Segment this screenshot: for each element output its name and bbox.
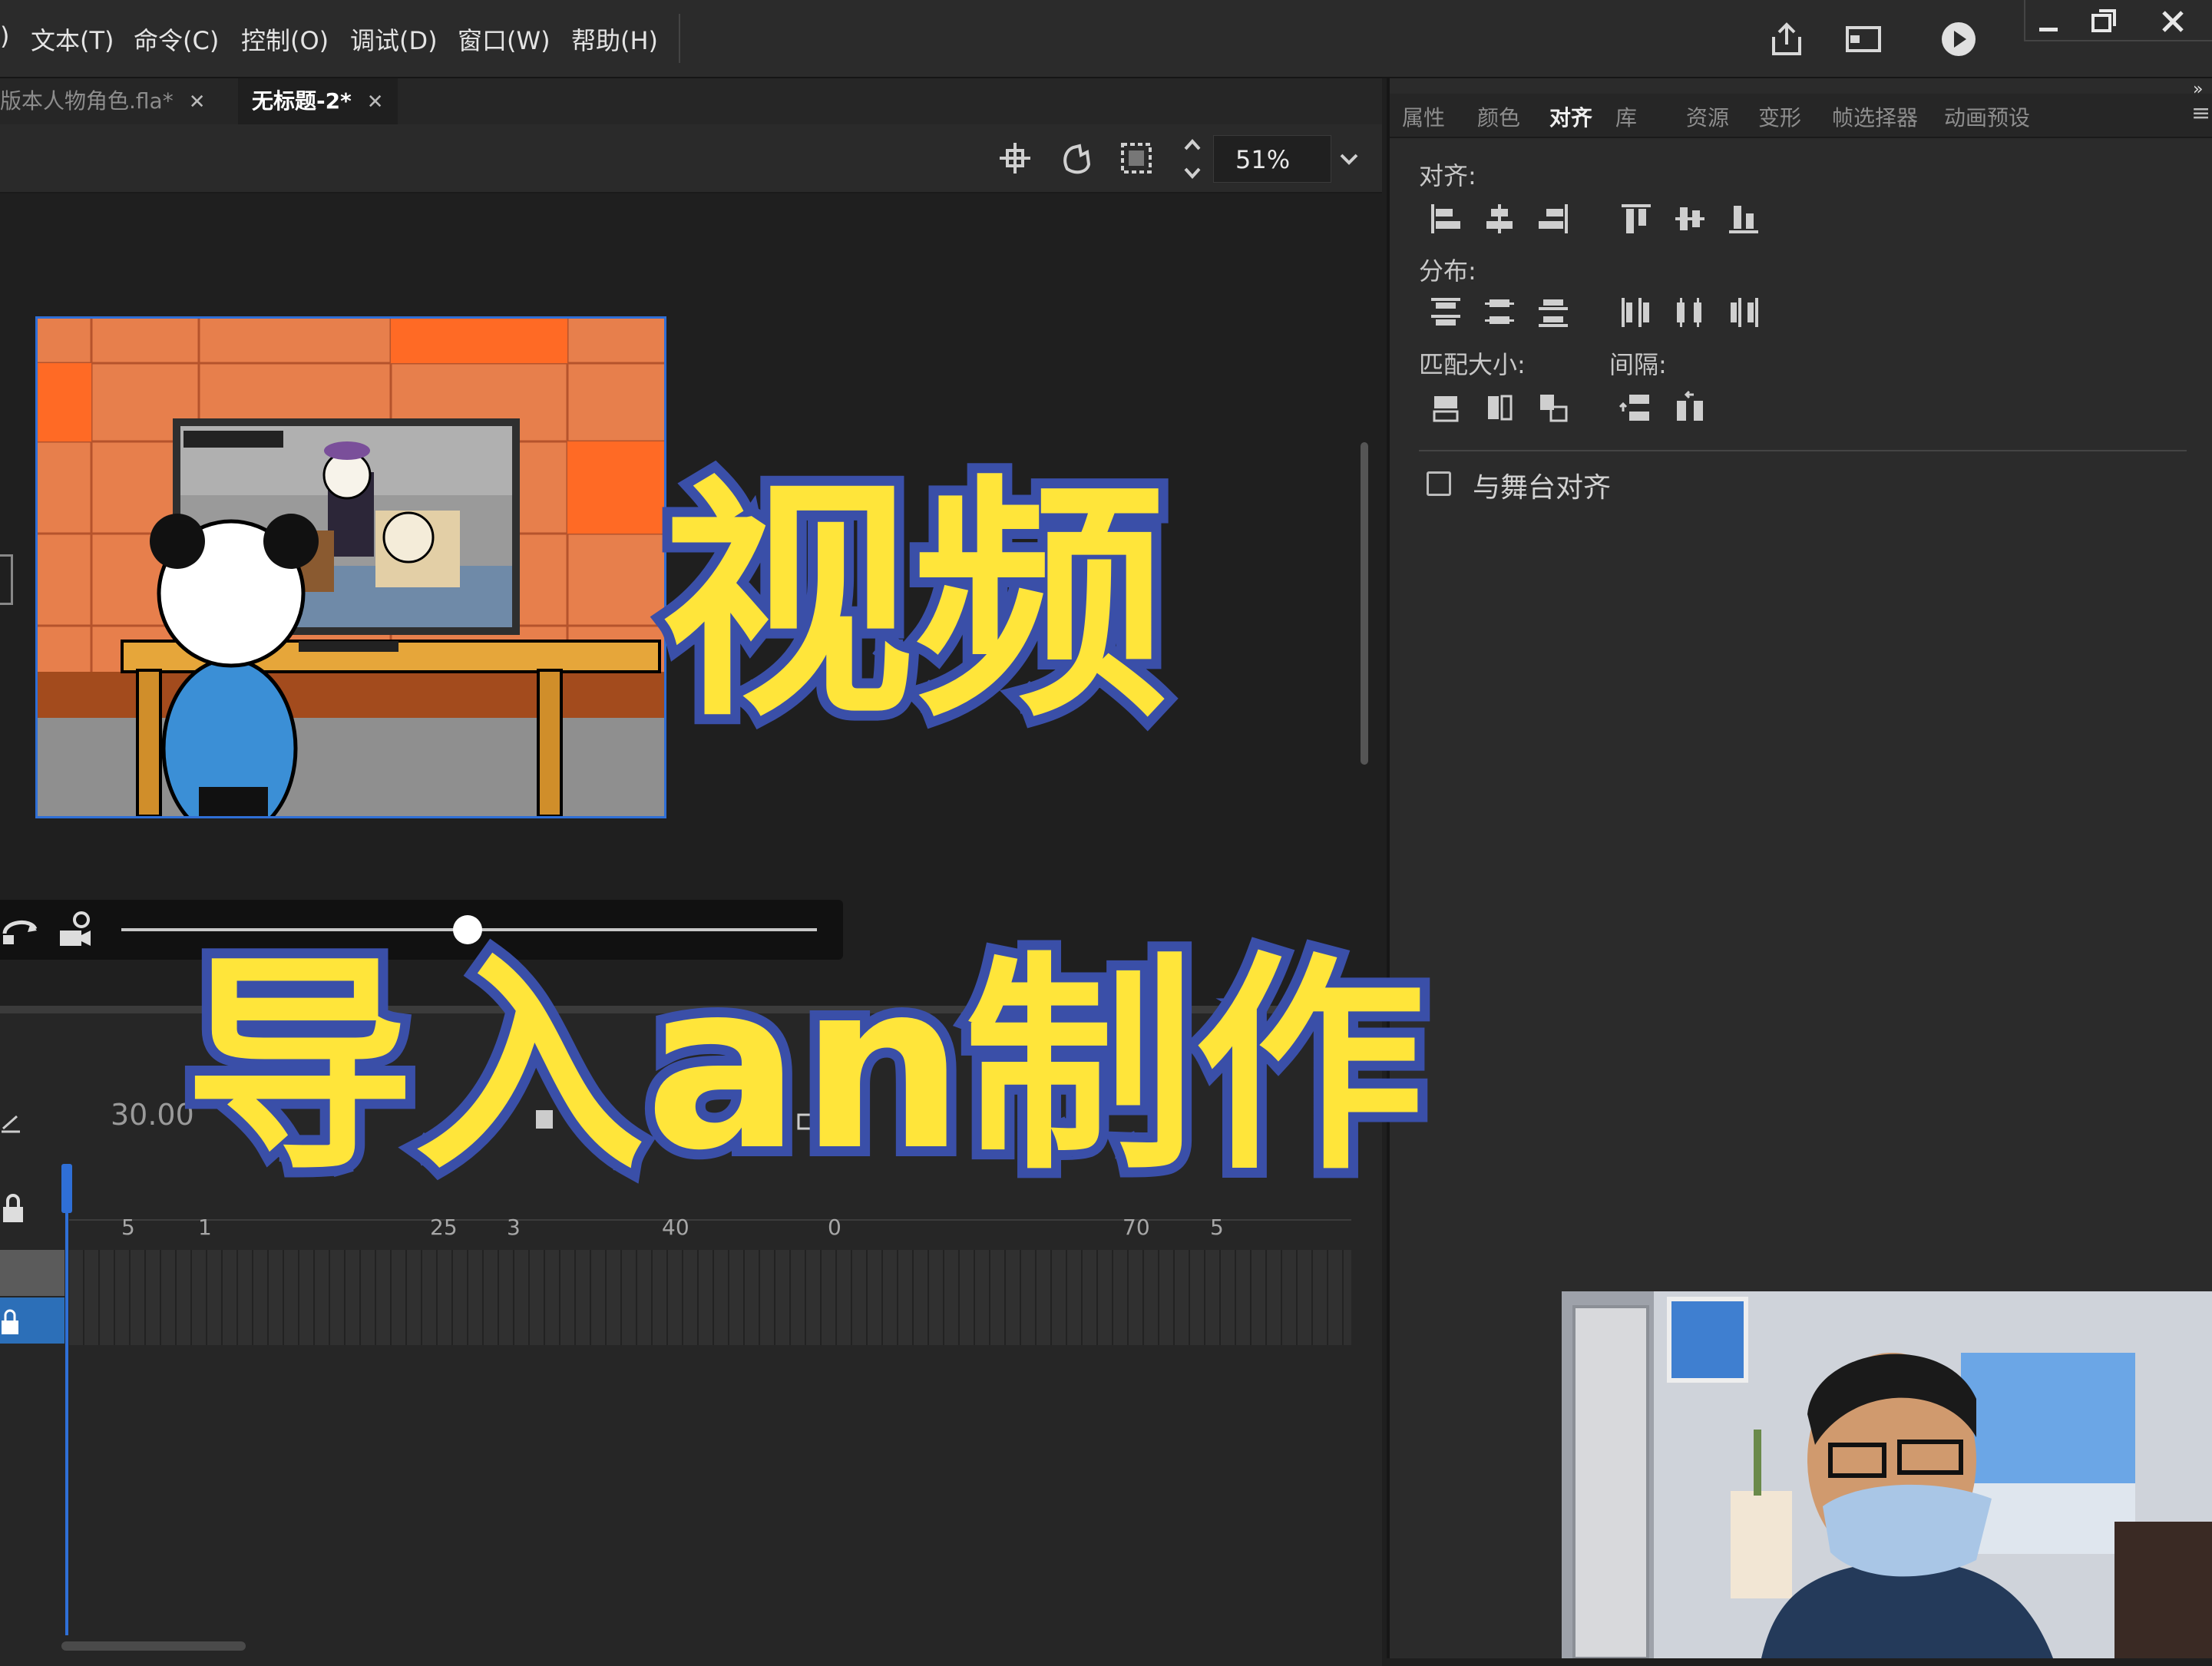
center-stage-icon[interactable] — [995, 138, 1035, 178]
distribute-bottom-icon[interactable] — [1536, 295, 1571, 330]
tab-document-2-label: 无标题-2* — [252, 88, 352, 114]
align-to-stage-checkbox[interactable] — [1427, 471, 1451, 496]
camera-icon[interactable] — [57, 909, 95, 950]
align-to-stage-label: 与舞台对齐 — [1473, 472, 1612, 504]
match-size-label: 匹配大小: — [1419, 350, 1526, 379]
tab-frame-picker[interactable]: 帧选择器 — [1832, 101, 1918, 132]
panel-divider — [1419, 450, 2187, 451]
spacing-label: 间隔: — [1609, 350, 1667, 379]
tick-label: 3 — [507, 1215, 521, 1240]
tab-align[interactable]: 对齐 — [1549, 101, 1592, 132]
close-tab-icon[interactable]: ✕ — [367, 91, 384, 114]
stage-toolbar: 51% — [0, 124, 1382, 193]
clip-content-icon[interactable] — [1116, 138, 1156, 178]
distribute-label: 分布: — [1419, 256, 1476, 286]
tab-library[interactable]: 库 — [1615, 101, 1637, 132]
match-height-icon[interactable] — [1482, 390, 1517, 425]
frame-rate[interactable]: 30.00 — [111, 1098, 194, 1132]
space-evenly-vertical-icon[interactable] — [1618, 390, 1654, 425]
frame-row[interactable] — [69, 1297, 1351, 1345]
tab-motion-presets[interactable]: 动画预设 — [1944, 101, 2030, 132]
panel-menu-icon[interactable]: ≡ — [2191, 100, 2210, 127]
align-vertical-center-icon[interactable] — [1672, 201, 1708, 236]
tick-label: 5 — [121, 1215, 135, 1240]
minimize-icon[interactable] — [2033, 8, 2064, 38]
align-top-icon[interactable] — [1618, 201, 1654, 236]
zoom-stepper-icon[interactable] — [1179, 132, 1205, 186]
tab-properties[interactable]: 属性 — [1402, 101, 1445, 132]
cartoon-scene-image — [38, 319, 664, 816]
webcam-overlay — [1562, 1291, 2212, 1658]
loop-icon[interactable] — [0, 911, 41, 949]
space-evenly-horizontal-icon[interactable] — [1672, 390, 1708, 425]
lock-icon[interactable] — [0, 1192, 26, 1225]
menu-edge: ) — [0, 21, 10, 51]
tab-document-2[interactable]: 无标题-2* ✕ — [238, 78, 398, 124]
align-bottom-icon[interactable] — [1726, 201, 1761, 236]
timeline-curve-icon[interactable] — [0, 1106, 23, 1136]
tab-transform[interactable]: 变形 — [1758, 101, 1801, 132]
tick-label: 1 — [198, 1215, 212, 1240]
layer-lock-icon[interactable] — [0, 1307, 23, 1337]
tick-label: 25 — [430, 1215, 458, 1240]
tab-assets[interactable]: 资源 — [1686, 101, 1729, 132]
menu-help[interactable]: 帮助(H) — [571, 21, 658, 57]
align-horizontal-center-icon[interactable] — [1482, 201, 1517, 236]
align-label: 对齐: — [1419, 161, 1476, 190]
ruler-line — [69, 1219, 1351, 1221]
distribute-vertical-center-icon[interactable] — [1482, 295, 1517, 330]
tab-document-1-label: 版本人物角色.fla* — [0, 88, 174, 114]
align-right-icon[interactable] — [1536, 201, 1571, 236]
rotate-tool-icon[interactable] — [1056, 138, 1096, 178]
test-movie-play-icon[interactable] — [1938, 18, 1979, 60]
close-icon[interactable] — [2156, 5, 2190, 38]
menu-bar: ) 文本(T) 命令(C) 控制(O) 调试(D) 窗口(W) 帮助(H) — [0, 0, 2212, 78]
match-width-icon[interactable] — [1428, 390, 1463, 425]
playhead-line — [65, 1205, 68, 1635]
tick-label: 5 — [1210, 1215, 1224, 1240]
workspace-layout-icon[interactable] — [1843, 18, 1884, 60]
tick-label: 0 — [828, 1215, 841, 1240]
timeline-horizontal-scrollbar[interactable] — [61, 1641, 246, 1651]
stage-canvas[interactable] — [35, 316, 666, 818]
presenter-video-image — [1562, 1291, 2212, 1658]
close-tab-icon[interactable]: ✕ — [189, 91, 206, 114]
distribute-right-icon[interactable] — [1726, 295, 1761, 330]
restore-icon[interactable] — [2087, 5, 2121, 38]
menu-text[interactable]: 文本(T) — [31, 21, 114, 57]
zoom-value: 51% — [1235, 145, 1291, 174]
menu-debug[interactable]: 调试(D) — [350, 21, 438, 57]
menu-commands[interactable]: 命令(C) — [134, 21, 219, 57]
distribute-left-icon[interactable] — [1618, 295, 1654, 330]
overlay-title-line2: 导入an制作 — [174, 933, 1435, 1201]
panel-tab-bar: 属性 颜色 对齐 库 资源 变形 帧选择器 动画预设 ≡ — [1390, 94, 2212, 138]
align-left-icon[interactable] — [1428, 201, 1463, 236]
share-icon[interactable] — [1766, 18, 1807, 60]
tick-label: 40 — [662, 1215, 689, 1240]
document-tabs: 版本人物角色.fla* ✕ 无标题-2* ✕ — [0, 78, 1382, 124]
chevron-down-icon[interactable] — [1336, 146, 1362, 172]
tab-color[interactable]: 颜色 — [1477, 101, 1520, 132]
tick-label: 70 — [1123, 1215, 1150, 1240]
overlay-title-line1: 视频 — [650, 455, 1177, 750]
frame-row[interactable] — [69, 1250, 1351, 1297]
stage-left-handle[interactable] — [0, 554, 13, 605]
match-width-height-icon[interactable] — [1536, 390, 1571, 425]
menu-window[interactable]: 窗口(W) — [458, 21, 551, 57]
tab-document-1[interactable]: 版本人物角色.fla* ✕ — [0, 78, 220, 124]
distribute-horizontal-center-icon[interactable] — [1672, 295, 1708, 330]
zoom-field[interactable]: 51% — [1213, 135, 1331, 183]
menu-divider — [679, 14, 680, 63]
layer-row-header[interactable] — [0, 1250, 64, 1296]
menu-control[interactable]: 控制(O) — [241, 21, 329, 57]
distribute-top-icon[interactable] — [1428, 295, 1463, 330]
stage-vertical-scrollbar[interactable] — [1361, 442, 1368, 765]
